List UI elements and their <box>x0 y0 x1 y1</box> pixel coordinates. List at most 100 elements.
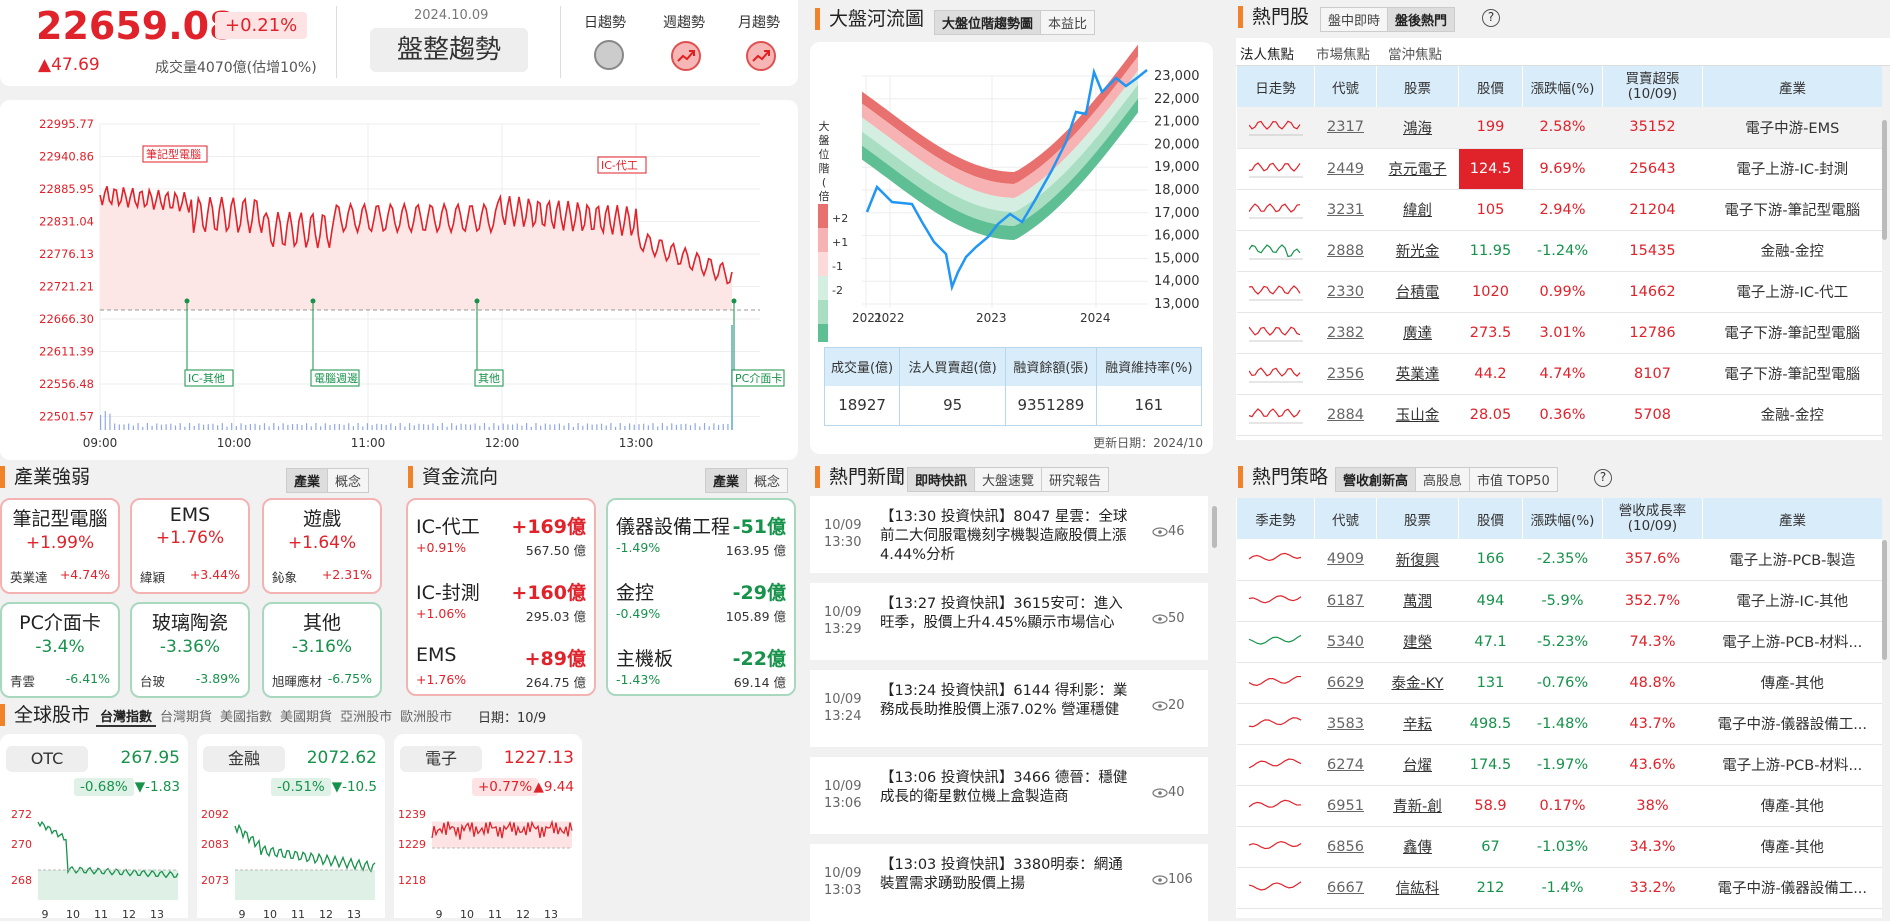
flow-row[interactable]: 主機板 -22億 -1.43% 69.14 億 <box>616 644 786 694</box>
news-headline[interactable]: 【13:03 投資快訊】3380明泰：網通裝置需求踴勁股價上揚 <box>880 856 1135 894</box>
table-row[interactable]: 6187 萬潤 494 -5.9% 352.7% 電子上游-IC-其他 <box>1236 580 1882 622</box>
table-row[interactable]: 6629 泰金-KY 131 -0.76% 48.8% 傳產-其他 <box>1236 662 1882 704</box>
intraday-chart[interactable]: 22995.77 22940.86 22885.95 22831.04 22776.13… <box>0 100 798 460</box>
table-row[interactable]: 6667 信紘科 212 -1.4% 33.2% 電子中游-儀器設備工... <box>1236 867 1882 909</box>
stock-name[interactable]: 廣達 <box>1376 312 1459 354</box>
table-row[interactable]: 2888 新光金 11.95 -1.24% 15435 金融-金控 <box>1236 230 1882 272</box>
stock-code[interactable]: 2449 <box>1314 148 1377 190</box>
news-item[interactable]: 10/09 13:30 【13:30 投資快訊】8047 星雲：全球前二大伺服電機刻… <box>810 496 1208 573</box>
tab-high-dividend[interactable]: 高股息 <box>1416 468 1471 491</box>
table-row[interactable]: 2884 玉山金 28.05 0.36% 5708 金融-金控 <box>1236 394 1882 436</box>
industry-box[interactable]: 筆記型電腦 +1.99% 英業達 +4.74% <box>0 498 120 594</box>
table-row[interactable]: 2449 京元電子 124.5 9.69% 25643 電子上游-IC-封測 <box>1236 148 1882 190</box>
stock-code[interactable]: 2382 <box>1314 312 1377 354</box>
news-headline[interactable]: 【13:24 投資快訊】6144 得利影：業務成長助推股價上漲7.02% 營運穩… <box>880 682 1135 720</box>
flow-row[interactable]: IC-封測 +160億 +1.06% 295.03 億 <box>416 578 586 628</box>
stock-code[interactable]: 6856 <box>1314 826 1377 868</box>
flow-row[interactable]: 儀器設備工程 -51億 -1.49% 163.95 億 <box>616 512 786 562</box>
stock-name[interactable]: 青新-創 <box>1376 785 1459 827</box>
stock-code[interactable]: 2330 <box>1314 271 1377 313</box>
stock-name[interactable]: 京元電子 <box>1376 148 1459 190</box>
flow-row[interactable]: IC-代工 +169億 +0.91% 567.50 億 <box>416 512 586 562</box>
stock-name[interactable]: 泰金-KY <box>1376 662 1459 704</box>
table-row[interactable]: 2356 英業達 44.2 4.74% 8107 電子下游-筆記型電腦 <box>1236 353 1882 395</box>
table-row[interactable]: 2382 廣達 273.5 3.01% 12786 電子下游-筆記型電腦 <box>1236 312 1882 354</box>
stock-code[interactable]: 4909 <box>1314 539 1377 581</box>
news-headline[interactable]: 【13:06 投資快訊】3466 德晉：穩健成長的衛星數位機上盒製造商 <box>880 769 1135 807</box>
news-item[interactable]: 10/09 13:29 【13:27 投資快訊】3615安可：進入旺季，股價上升4.… <box>810 583 1208 660</box>
table-row[interactable]: 6951 青新-創 58.9 0.17% 38% 傳產-其他 <box>1236 785 1882 827</box>
table-row[interactable]: 4909 新復興 166 -2.35% 357.6% 電子上游-PCB-製造 <box>1236 539 1882 581</box>
stock-code[interactable]: 2888 <box>1314 230 1377 272</box>
global-index-card[interactable]: 金融 2072.62 -0.51% ▼-10.5 2092 2083 2073 9 10 11 12… <box>197 734 385 920</box>
table-row[interactable]: 6856 鑫傳 67 -1.03% 34.3% 傳產-其他 <box>1236 826 1882 868</box>
table-row[interactable]: 2330 台積電 1020 0.99% 14662 電子上游-IC-代工 <box>1236 271 1882 313</box>
tab-flow-industry[interactable]: 產業 <box>706 469 748 492</box>
stock-name[interactable]: 鑫傳 <box>1376 826 1459 868</box>
industry-box[interactable]: 玻璃陶瓷 -3.36% 台玻 -3.89% <box>130 602 250 698</box>
tab-global[interactable]: 美國期貨 <box>276 706 336 727</box>
news-headline[interactable]: 【13:30 投資快訊】8047 星雲：全球前二大伺服電機刻字機製造廠股價上漲4… <box>880 508 1135 565</box>
stock-name[interactable]: 新光金 <box>1376 230 1459 272</box>
event-tag[interactable]: 其他 <box>474 369 504 387</box>
event-tag[interactable]: 電腦週邊 <box>310 369 360 387</box>
tab-global[interactable]: 台灣指數 <box>96 706 157 727</box>
subtab-institutional[interactable]: 法人焦點 <box>1240 43 1294 68</box>
industry-box[interactable]: EMS +1.76% 緯穎 +3.44% <box>130 498 250 594</box>
news-item[interactable]: 10/09 13:03 【13:03 投資快訊】3380明泰：網通裝置需求踴勁股價上… <box>810 844 1208 921</box>
tab-after-hours[interactable]: 盤後熱門 <box>1388 8 1455 31</box>
tab-global[interactable]: 台灣期貨 <box>156 706 216 727</box>
col-header[interactable]: 代號 <box>1314 66 1377 107</box>
stock-code[interactable]: 2884 <box>1314 394 1377 436</box>
tab-global[interactable]: 美國指數 <box>216 706 276 727</box>
tab-top50[interactable]: 市值 TOP50 <box>1470 468 1557 491</box>
stock-code[interactable]: 6667 <box>1314 867 1377 909</box>
tab-news-flash[interactable]: 即時快訊 <box>908 468 976 491</box>
tab-intraday[interactable]: 盤中即時 <box>1321 8 1389 31</box>
news-item[interactable]: 10/09 13:06 【13:06 投資快訊】3466 德晉：穩健成長的衛星數位機… <box>810 757 1208 834</box>
stock-code[interactable]: 5340 <box>1314 621 1377 663</box>
tab-global[interactable]: 歐洲股市 <box>396 706 456 727</box>
stock-name[interactable]: 英業達 <box>1376 353 1459 395</box>
tab-news-research[interactable]: 研究報告 <box>1042 468 1108 491</box>
news-item[interactable]: 10/09 13:24 【13:24 投資快訊】6144 得利影：業務成長助推股價上… <box>810 670 1208 747</box>
tab-concept[interactable]: 概念 <box>328 469 368 492</box>
event-tag[interactable]: 筆記型電腦 <box>142 145 208 163</box>
stock-name[interactable]: 台積電 <box>1376 271 1459 313</box>
scrollbar[interactable] <box>1882 120 1887 240</box>
help-icon[interactable]: ? <box>1594 469 1612 487</box>
table-row[interactable]: 5340 建榮 47.1 -5.23% 74.3% 電子上游-PCB-材料... <box>1236 621 1882 663</box>
stock-code[interactable]: 3583 <box>1314 703 1377 745</box>
event-tag[interactable]: IC-代工 <box>597 156 647 174</box>
stock-name[interactable]: 信紘科 <box>1376 867 1459 909</box>
table-row[interactable]: 3231 緯創 105 2.94% 21204 電子下游-筆記型電腦 <box>1236 189 1882 231</box>
industry-box[interactable]: PC介面卡 -3.4% 青雲 -6.41% <box>0 602 120 698</box>
stock-name[interactable]: 萬潤 <box>1376 580 1459 622</box>
tab-industry[interactable]: 產業 <box>287 469 329 492</box>
table-row[interactable]: 2317 鴻海 199 2.58% 35152 電子中游-EMS <box>1236 107 1882 149</box>
stock-name[interactable]: 新復興 <box>1376 539 1459 581</box>
tab-global[interactable]: 亞洲股市 <box>336 706 396 727</box>
stock-code[interactable]: 3231 <box>1314 189 1377 231</box>
table-row[interactable]: 3583 辛耘 498.5 -1.48% 43.7% 電子中游-儀器設備工... <box>1236 703 1882 745</box>
tab-river-pe[interactable]: 本益比 <box>1041 11 1094 34</box>
stock-code[interactable]: 2356 <box>1314 353 1377 395</box>
news-scrollbar[interactable] <box>1212 506 1217 548</box>
event-tag[interactable]: IC-其他 <box>184 369 234 387</box>
flow-row[interactable]: EMS +89億 +1.76% 264.75 億 <box>416 644 586 694</box>
stock-name[interactable]: 鴻海 <box>1376 107 1459 149</box>
stock-name[interactable]: 緯創 <box>1376 189 1459 231</box>
global-index-card[interactable]: 電子 1227.13 +0.77% ▲9.44 1239 1229 1218 9 10 11 12 1… <box>394 734 582 920</box>
scrollbar[interactable] <box>1882 540 1887 660</box>
stock-code[interactable]: 6629 <box>1314 662 1377 704</box>
tab-flow-concept[interactable]: 概念 <box>747 469 787 492</box>
global-index-card[interactable]: OTC 267.95 -0.68% ▼-1.83 272 270 268 9 10 11 12 13 <box>0 734 188 920</box>
stock-code[interactable]: 6951 <box>1314 785 1377 827</box>
flow-row[interactable]: 金控 -29億 -0.49% 105.89 億 <box>616 578 786 628</box>
stock-name[interactable]: 玉山金 <box>1376 394 1459 436</box>
stock-code[interactable]: 2317 <box>1314 107 1377 149</box>
subtab-market[interactable]: 市場焦點 <box>1316 43 1370 63</box>
help-icon[interactable]: ? <box>1482 9 1500 27</box>
stock-code[interactable]: 6187 <box>1314 580 1377 622</box>
stock-name[interactable]: 建榮 <box>1376 621 1459 663</box>
